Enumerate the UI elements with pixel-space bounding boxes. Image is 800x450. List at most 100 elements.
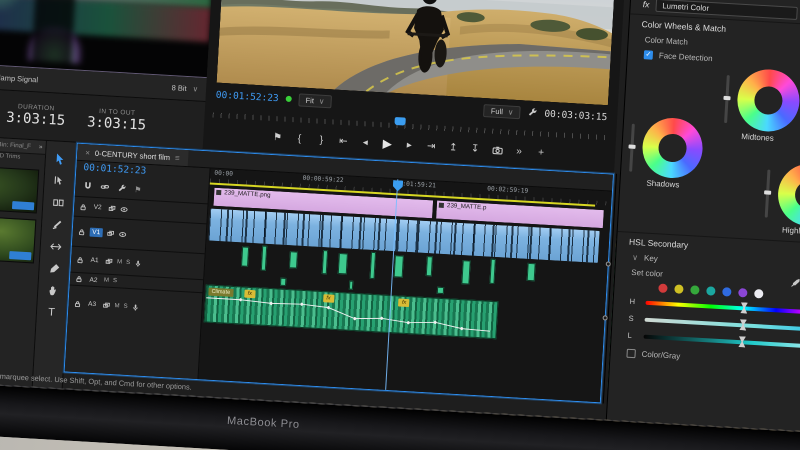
marker-icon[interactable]: ⚑ xyxy=(134,185,142,194)
mark-in-button[interactable]: { xyxy=(294,131,306,146)
midtones-wheel[interactable] xyxy=(735,67,800,134)
midtones-luma-slider[interactable] xyxy=(723,75,731,124)
color-gray-checkbox[interactable] xyxy=(626,348,636,359)
shadows-wheel[interactable] xyxy=(640,116,705,180)
audio-clip[interactable] xyxy=(461,260,471,285)
slider-handle[interactable] xyxy=(738,336,746,347)
swatch-blue[interactable] xyxy=(722,287,732,297)
playback-resolution-select[interactable]: Full ∨ xyxy=(483,103,521,119)
mute-button[interactable]: M xyxy=(117,259,122,265)
audio-clip[interactable] xyxy=(289,251,299,269)
swatch-yellow[interactable] xyxy=(674,284,684,294)
go-to-in-button[interactable]: ⇤ xyxy=(338,134,350,149)
audio-clip[interactable] xyxy=(241,246,249,267)
button-overflow[interactable]: » xyxy=(513,144,525,159)
clip-label: 239_MATTE.png xyxy=(224,189,271,199)
mute-button[interactable]: M xyxy=(114,303,119,309)
add-marker-button[interactable]: ⚑ xyxy=(272,130,284,145)
lumetri-scopes-panel xyxy=(0,0,216,79)
track-select-tool[interactable] xyxy=(52,173,67,187)
add-panel-button[interactable]: + xyxy=(535,145,547,160)
bit-depth-chevron-icon[interactable]: ∨ xyxy=(192,84,198,93)
hand-tool[interactable] xyxy=(45,283,60,297)
lift-button[interactable]: ↥ xyxy=(447,140,459,155)
extract-button[interactable]: ↧ xyxy=(469,141,481,156)
macbook-logo-text: MacBook Pro xyxy=(226,414,300,432)
monitor-playhead[interactable] xyxy=(394,116,407,126)
swatch-red[interactable] xyxy=(658,283,668,293)
swatch-white[interactable] xyxy=(754,288,764,299)
zoom-level-select[interactable]: Fit ∨ xyxy=(298,92,332,108)
tab-bin-final[interactable]: Bin: Final_F xyxy=(0,141,31,150)
fx-badge: fx xyxy=(244,289,256,299)
slip-tool[interactable] xyxy=(48,239,63,253)
chevron-down-icon: ∨ xyxy=(507,106,514,117)
clip-thumbnail[interactable] xyxy=(0,164,40,214)
audio-clip[interactable] xyxy=(489,258,497,285)
set-color-label: Set color xyxy=(631,267,664,279)
mark-out-button[interactable]: } xyxy=(316,132,328,147)
audio-clip[interactable] xyxy=(393,255,404,279)
step-forward-button[interactable]: ▸ xyxy=(403,138,415,153)
clip-thumbnail[interactable] xyxy=(0,214,37,264)
audio-clip[interactable] xyxy=(337,252,349,275)
swatch-purple[interactable] xyxy=(738,288,748,298)
tab-overflow-icon[interactable]: » xyxy=(39,144,43,151)
playback-indicator-dot xyxy=(285,95,292,103)
type-tool[interactable]: T xyxy=(44,305,59,319)
resolution-value: Full xyxy=(490,106,504,116)
key-label: Key xyxy=(643,253,659,264)
audio-clip[interactable] xyxy=(321,250,329,275)
ripple-edit-tool[interactable] xyxy=(51,195,66,209)
sync-lock-icon xyxy=(105,258,113,264)
solo-button[interactable]: S xyxy=(123,303,127,309)
snap-magnet-icon[interactable] xyxy=(83,177,93,195)
lock-icon xyxy=(79,228,85,235)
track-header-a3[interactable]: A3 M S xyxy=(67,284,203,329)
export-frame-camera-icon[interactable] xyxy=(491,143,503,158)
timeline-panel: × 0-CENTURY short film ≡ 00:01:52:23 ⚑ V… xyxy=(63,142,614,404)
swatch-teal[interactable] xyxy=(706,286,716,296)
sync-lock-icon xyxy=(103,302,110,308)
mute-button[interactable]: M xyxy=(104,278,109,284)
fx-badge: fx xyxy=(322,294,335,303)
pen-tool[interactable] xyxy=(47,261,62,275)
program-position-timecode[interactable]: 00:01:52:23 xyxy=(216,89,279,104)
bit-depth-select[interactable]: 8 Bit xyxy=(171,83,187,93)
face-detection-checkbox[interactable]: ✓ xyxy=(643,50,654,60)
color-gray-label: Color/Gray xyxy=(641,349,681,361)
slider-handle[interactable] xyxy=(739,319,747,330)
solo-button[interactable]: S xyxy=(126,259,130,265)
shadows-luma-slider[interactable] xyxy=(628,123,636,172)
duration-display: DURATION 3:03:15 xyxy=(6,103,66,129)
close-icon[interactable]: × xyxy=(85,148,90,157)
audio-clip[interactable] xyxy=(425,256,433,276)
timeline-settings-wrench-icon[interactable] xyxy=(117,179,127,197)
track-id: A2 xyxy=(89,276,98,284)
audio-clip[interactable] xyxy=(261,245,268,272)
play-button[interactable]: ▶ xyxy=(381,136,393,151)
highlights-wheel[interactable] xyxy=(776,162,800,228)
h-label: H xyxy=(629,296,636,307)
swatch-green[interactable] xyxy=(690,285,700,295)
highlights-luma-slider[interactable] xyxy=(764,169,772,218)
slider-handle[interactable] xyxy=(740,302,748,313)
linked-selection-icon[interactable] xyxy=(100,178,110,196)
audio-clip[interactable] xyxy=(526,262,536,282)
audio-clip[interactable] xyxy=(280,277,287,286)
selection-tool[interactable] xyxy=(53,151,68,165)
audio-clip[interactable] xyxy=(436,286,444,295)
clip-duration-badge xyxy=(9,251,32,261)
track-id: A3 xyxy=(87,300,97,309)
eyedropper-icon[interactable] xyxy=(790,277,800,288)
panel-menu-icon[interactable]: ≡ xyxy=(175,153,180,162)
monitor-settings-wrench-icon[interactable] xyxy=(527,104,538,123)
step-back-button[interactable]: ◂ xyxy=(359,135,371,150)
track-id: V2 xyxy=(93,203,102,212)
solo-button[interactable]: S xyxy=(113,278,117,284)
go-to-out-button[interactable]: ⇥ xyxy=(425,139,437,154)
audio-clip[interactable] xyxy=(369,251,376,279)
ruler-label: 00:02:59:19 xyxy=(487,185,529,195)
audio-clip[interactable] xyxy=(348,280,354,290)
razor-tool[interactable] xyxy=(49,217,64,231)
